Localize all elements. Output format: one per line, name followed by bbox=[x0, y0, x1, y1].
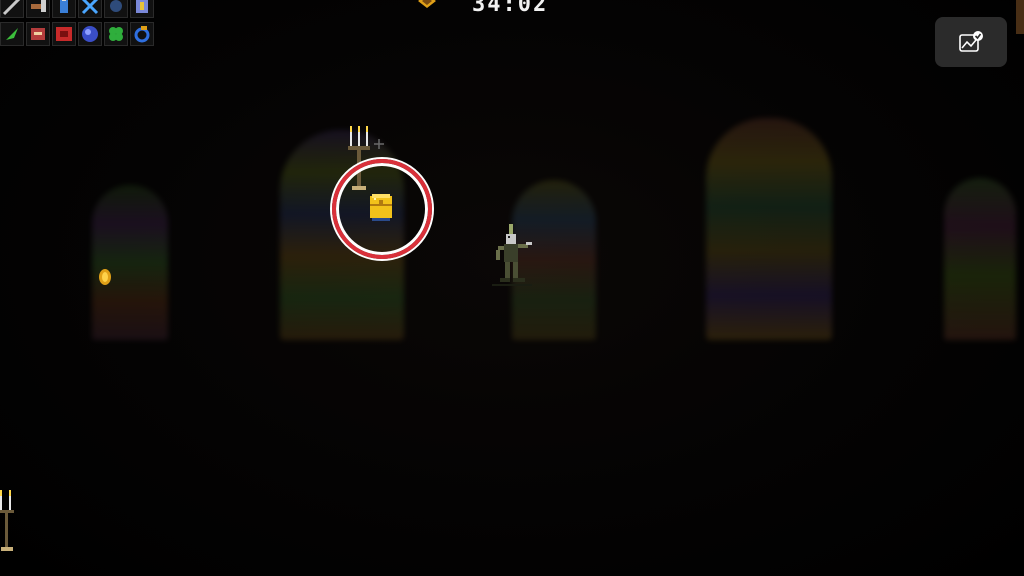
whip-icon bbox=[0, 0, 24, 18]
image-check-icon bbox=[959, 31, 983, 52]
holy-water-icon bbox=[52, 0, 76, 18]
stained-glass-window bbox=[92, 185, 168, 340]
candelabra[interactable] bbox=[0, 488, 18, 554]
hollow-heart-icon bbox=[52, 22, 76, 46]
stained-glass-window bbox=[944, 178, 1016, 340]
bible-icon bbox=[130, 0, 154, 18]
equipped-items-grid bbox=[0, 0, 154, 48]
armor-icon bbox=[26, 22, 50, 46]
cross-icon bbox=[78, 0, 102, 18]
spinach-icon bbox=[0, 22, 24, 46]
attractorb-icon bbox=[130, 22, 154, 46]
survival-timer: 34:02 bbox=[472, 0, 549, 17]
clover-icon bbox=[104, 22, 128, 46]
axe-icon bbox=[26, 0, 50, 18]
treasure-chest[interactable] bbox=[368, 192, 394, 222]
gold-coin-icon bbox=[418, 0, 436, 8]
screenshot-button[interactable] bbox=[935, 17, 1007, 67]
runetracer-icon bbox=[104, 0, 128, 18]
pillar bbox=[1016, 0, 1024, 34]
game-viewport: 34:02 bbox=[0, 0, 1024, 576]
player-character bbox=[492, 224, 532, 286]
empty-tome-icon bbox=[78, 22, 102, 46]
stained-glass-window bbox=[706, 118, 832, 340]
gold-coin[interactable] bbox=[98, 268, 112, 286]
